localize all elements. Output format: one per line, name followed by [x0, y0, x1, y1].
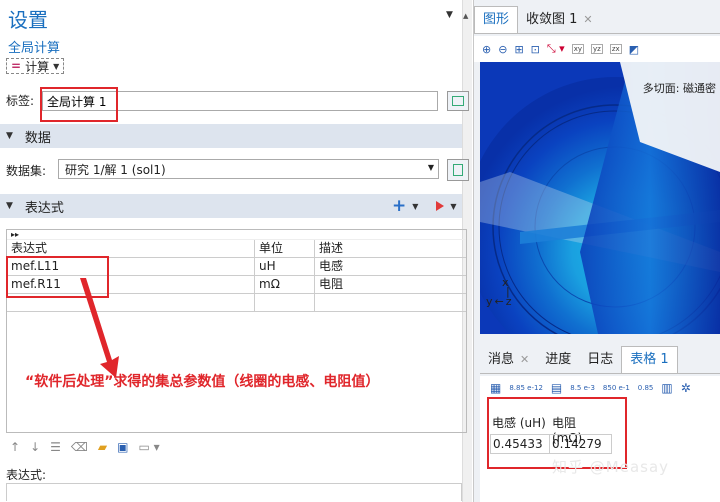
page-subtitle: 全局计算: [8, 41, 61, 56]
format-decimal-icon[interactable]: 0.85: [638, 384, 654, 392]
cell-unit[interactable]: mΩ: [255, 276, 315, 293]
dataset-caption: 数据集:: [6, 164, 47, 178]
label-reset-button[interactable]: [447, 91, 469, 111]
move-up-icon[interactable]: ↑: [10, 440, 20, 454]
move-down-icon[interactable]: ↓: [30, 440, 40, 454]
graphics-viewport[interactable]: 多切面: 磁通密 x | y ← z: [480, 62, 720, 334]
zoom-out-icon[interactable]: ⊖: [498, 43, 507, 56]
dataset-value: 研究 1/解 1 (sol1): [65, 163, 166, 177]
view-xy-icon[interactable]: xy: [571, 44, 584, 54]
format-engineering-icon[interactable]: 850 e-1: [603, 384, 630, 392]
table-settings-icon[interactable]: ▥: [661, 381, 672, 395]
add-expression-icon[interactable]: +: [392, 196, 406, 216]
zoom-extents-icon[interactable]: ⊡: [531, 43, 540, 56]
graphics-toolbar: ⊕ ⊖ ⊞ ⊡ ⤡ ▾ xy yz zx ◩: [474, 36, 720, 62]
settings-panel: 设置 全局计算 = 计算 ▼ ▼ ▲ 标签: ▼ 数据 数据集: 研究 1/解 …: [0, 0, 474, 502]
graphics-tabs: 图形 收敛图 1 ✕: [474, 6, 720, 34]
tab-messages-label: 消息: [488, 351, 515, 367]
annotation-arrow: [80, 278, 119, 378]
tab-table[interactable]: 表格 1: [621, 346, 678, 373]
collapse-icon: ▼: [6, 131, 13, 141]
column-header-unit[interactable]: 单位: [255, 240, 315, 257]
tab-messages[interactable]: 消息 ✕: [480, 346, 537, 373]
cell-description[interactable]: [315, 294, 466, 311]
compute-button[interactable]: = 计算 ▼: [6, 58, 65, 74]
watermark-text: 知乎 @Measay: [552, 458, 670, 476]
goto-source-icon: [453, 164, 463, 176]
axis-y-label: y: [486, 295, 493, 308]
view-zx-icon[interactable]: zx: [609, 44, 622, 54]
cell-description[interactable]: 电阻: [315, 276, 466, 293]
format-scientific-icon[interactable]: 8.85 e-12: [509, 384, 543, 392]
cell-unit[interactable]: [255, 294, 315, 311]
format-precision-icon[interactable]: 8.5 e-3: [570, 384, 595, 392]
table-chart-icon[interactable]: ✲: [681, 381, 691, 395]
chevron-down-icon[interactable]: ▼: [53, 62, 59, 71]
expression-textarea[interactable]: [6, 483, 462, 501]
tab-graphics[interactable]: 图形: [474, 6, 519, 33]
field-plot: [480, 62, 720, 334]
tab-log[interactable]: 日志: [579, 346, 621, 373]
highlight-box-label: [40, 87, 118, 122]
view-yz-icon[interactable]: yz: [591, 44, 603, 54]
column-header-description[interactable]: 描述: [315, 240, 466, 257]
tab-progress[interactable]: 进度: [537, 346, 579, 373]
compute-button-label: 计算: [25, 59, 50, 74]
clear-table-icon[interactable]: ⌫: [71, 440, 88, 454]
section-expressions-title: 表达式: [24, 200, 64, 216]
format-table-icon[interactable]: ▤: [551, 381, 562, 395]
expression-caption: 表达式:: [6, 468, 47, 482]
section-data-header[interactable]: ▼ 数据: [0, 124, 462, 148]
close-icon[interactable]: ✕: [520, 346, 529, 374]
more-options-icon[interactable]: ▭ ▾: [138, 440, 159, 454]
cell-description[interactable]: 电感: [315, 258, 466, 275]
table-edit-toolbar: ↑ ↓ ☰ ⌫ ▰ ▣ ▭ ▾: [10, 440, 160, 454]
compute-icon: =: [11, 59, 22, 73]
annotation-text: “软件后处理”求得的集总参数值（线圈的电感、电阻值）: [25, 374, 380, 390]
dataset-select[interactable]: 研究 1/解 1 (sol1) ▼: [58, 159, 439, 179]
panel-menu-icon[interactable]: ▼: [446, 10, 453, 20]
evaluate-flag-icon[interactable]: [436, 201, 445, 211]
chevron-down-icon[interactable]: ▼: [412, 202, 418, 211]
reset-icon: [452, 96, 464, 106]
chevron-down-icon[interactable]: ▼: [450, 202, 456, 211]
chevron-down-icon: ▼: [427, 163, 434, 172]
tab-progress-label: 进度: [545, 351, 572, 367]
close-icon[interactable]: ✕: [583, 6, 592, 34]
slice-label: 多切面: 磁通密: [642, 82, 716, 95]
tab-graphics-label: 图形: [483, 12, 510, 27]
open-folder-icon[interactable]: ▰: [98, 440, 107, 454]
tab-table-label: 表格 1: [630, 352, 669, 367]
zoom-in-icon[interactable]: ⊕: [482, 43, 491, 56]
tab-log-label: 日志: [587, 351, 614, 367]
page-title: 设置: [8, 8, 48, 32]
label-caption: 标签:: [6, 94, 35, 108]
delete-icon[interactable]: ☰: [50, 440, 61, 454]
axis-triad: x | y ← z: [486, 276, 512, 308]
view-3d-icon[interactable]: ◩: [629, 43, 639, 56]
dataset-goto-button[interactable]: [447, 159, 469, 181]
table-grid-icon[interactable]: ▦: [490, 381, 501, 395]
tab-convergence[interactable]: 收敛图 1 ✕: [518, 6, 601, 33]
expression-toolbar: + ▼ ▼: [392, 196, 457, 216]
tab-convergence-label: 收敛图 1: [526, 11, 578, 27]
collapse-icon: ▼: [6, 201, 13, 211]
scroll-up-icon[interactable]: ▲: [463, 12, 468, 20]
results-tabs: 消息 ✕ 进度 日志 表格 1: [480, 346, 720, 374]
save-icon[interactable]: ▣: [117, 440, 128, 454]
axis-z-label: z: [505, 295, 512, 308]
axis-arrow-icon: ←: [494, 295, 504, 308]
section-data-title: 数据: [24, 130, 51, 146]
axis-orientation-icon[interactable]: ⤡ ▾: [547, 42, 565, 56]
column-header-expression[interactable]: 表达式: [7, 240, 255, 257]
cell-unit[interactable]: uH: [255, 258, 315, 275]
zoom-box-icon[interactable]: ⊞: [514, 43, 523, 56]
expand-columns-icon[interactable]: ▸▸: [7, 230, 466, 240]
